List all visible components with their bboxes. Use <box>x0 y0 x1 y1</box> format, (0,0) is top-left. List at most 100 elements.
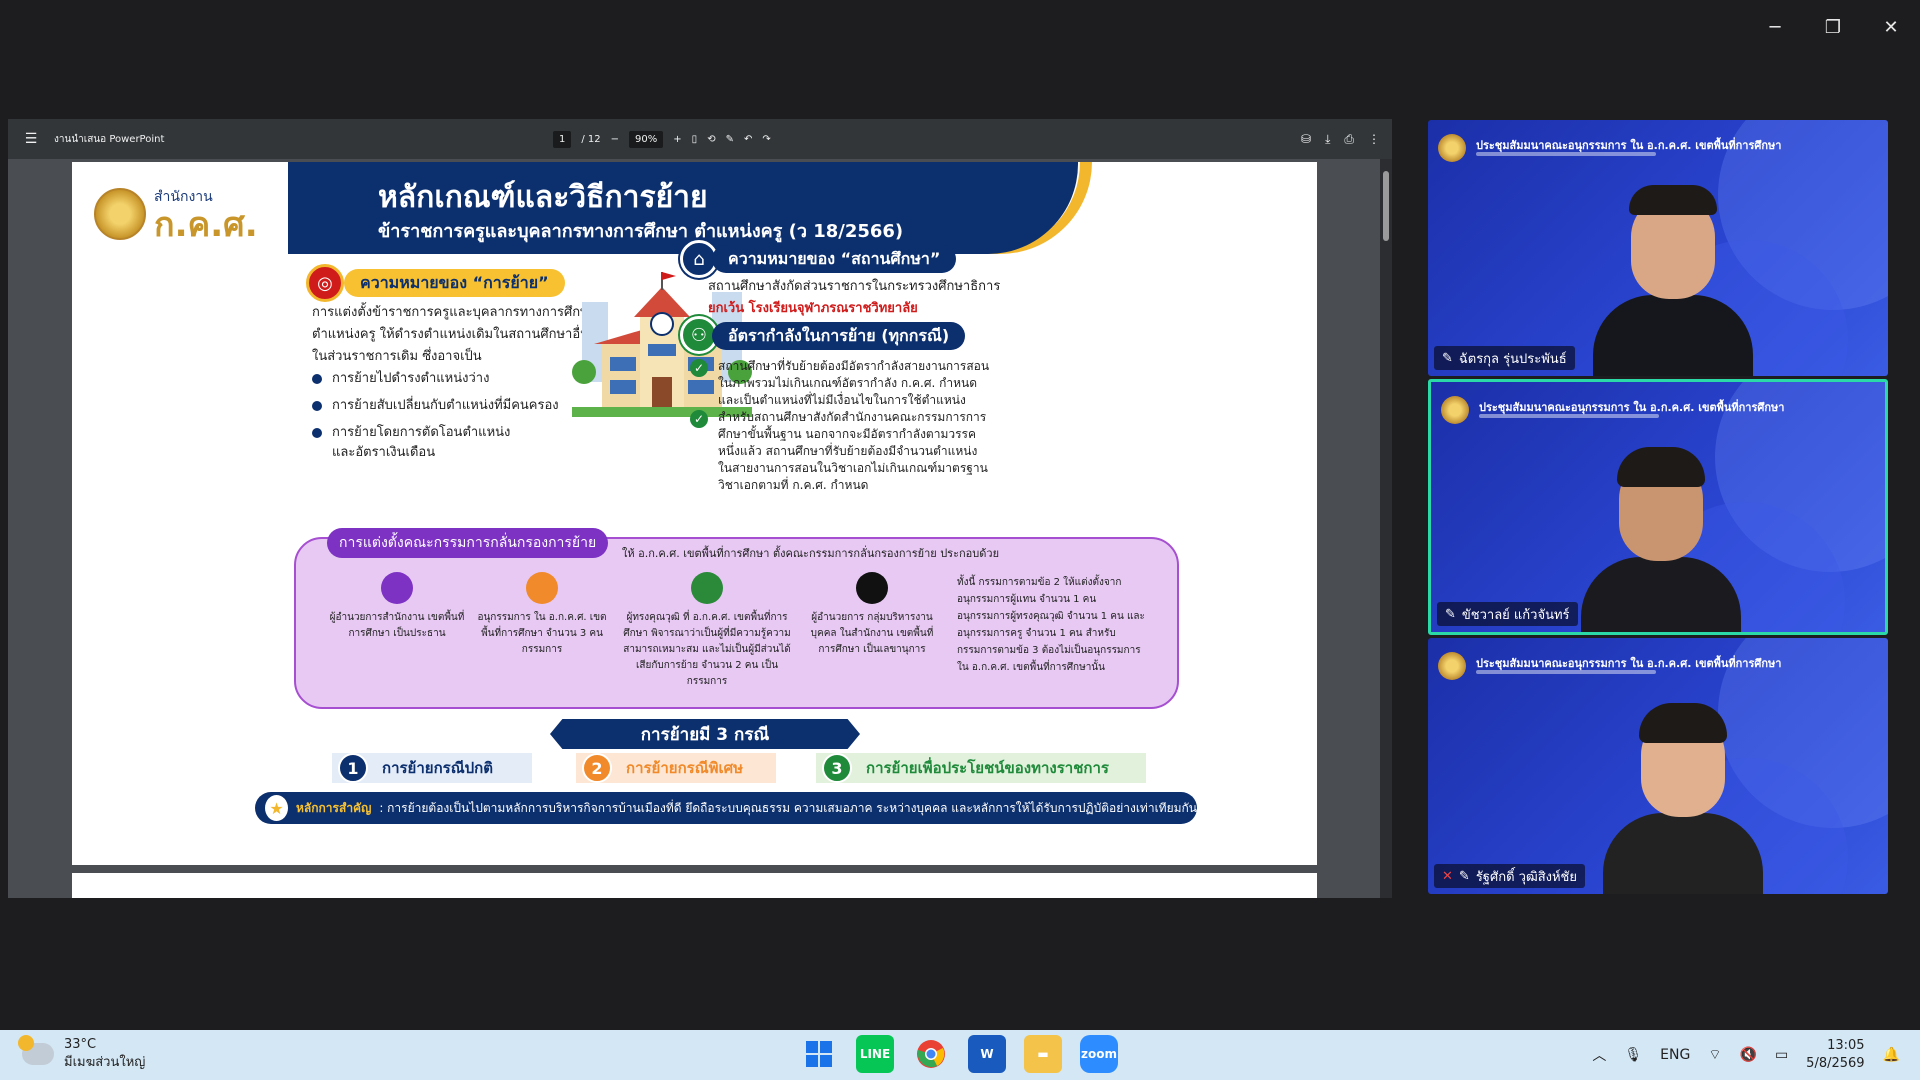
meaning-move-heading: ความหมายของ “การย้าย” <box>344 269 565 297</box>
logo-title: ก.ค.ศ. <box>154 205 258 245</box>
battery-icon[interactable]: ▭ <box>1775 1047 1788 1063</box>
mic-muted-icon: ✕ <box>1442 868 1453 884</box>
move-bullet-2: การย้ายสับเปลี่ยนกับตำแหน่งที่มีคนครอง <box>312 396 582 416</box>
scrollbar-thumb[interactable] <box>1383 171 1389 241</box>
participant-video <box>1581 447 1741 632</box>
meaning-school-except: ยกเว้น โรงเรียนจุฬาภรณราชวิทยาลัย <box>708 301 918 316</box>
staffing-item-1: ✓ สถานศึกษาที่รับย้ายต้องมีอัตรากำลังสาย… <box>690 358 990 409</box>
bullet-dot <box>312 428 322 438</box>
person-icon <box>381 572 413 604</box>
download-icon[interactable]: ⤓ <box>1325 132 1330 147</box>
rotate-icon[interactable]: ⟲ <box>707 134 715 145</box>
document-title: งานนำเสนอ PowerPoint <box>54 133 165 145</box>
tile-subcaption <box>1476 152 1656 156</box>
meaning-move-text: การแต่งตั้งข้าราชการครูและบุคลากรทางการศ… <box>312 305 596 364</box>
tile-subcaption <box>1476 670 1656 674</box>
committee-intro: ให้ อ.ก.ค.ศ. เขตพื้นที่การศึกษา ตั้งคณะก… <box>622 547 1000 560</box>
pin-icon: ✎ <box>1458 868 1470 884</box>
check-icon: ✓ <box>690 410 708 428</box>
slide-subtitle: ข้าราชการครูและบุคลากรทางการศึกษา ตำแหน่… <box>378 221 904 242</box>
experts-icon <box>691 572 723 604</box>
close-button[interactable]: ✕ <box>1862 0 1920 54</box>
chrome-app-icon[interactable] <box>912 1035 950 1073</box>
bullet-dot <box>312 401 322 411</box>
participant-nametag: ✎ ฉัตรกุล รุ่นประพันธ์ <box>1434 346 1575 370</box>
weather-widget[interactable]: 33°C มีเมฆส่วนใหญ่ <box>18 1035 145 1072</box>
seal-icon <box>94 188 146 240</box>
minimize-button[interactable]: ─ <box>1746 0 1804 54</box>
word-app-icon[interactable]: W <box>968 1035 1006 1073</box>
menu-icon[interactable]: ☰ <box>8 131 54 147</box>
language-indicator[interactable]: ENG <box>1660 1047 1690 1063</box>
clock[interactable]: 13:05 5/8/2569 <box>1806 1037 1864 1073</box>
seal-icon <box>1438 652 1466 680</box>
slide-title: หลักเกณฑ์และวิธีการย้าย <box>378 180 708 215</box>
secretary-icon <box>856 572 888 604</box>
file-explorer-icon[interactable]: ▬ <box>1024 1035 1062 1073</box>
wifi-icon[interactable]: ⌔ <box>1708 1046 1721 1064</box>
participant-video <box>1593 185 1753 376</box>
clock-date: 5/8/2569 <box>1806 1056 1865 1071</box>
principle-text: : การย้ายต้องเป็นไปตามหลักการบริหารกิจกา… <box>379 800 1197 815</box>
taskbar-apps: LINE W ▬ zoom <box>800 1035 1118 1073</box>
microphone-icon[interactable]: 🎙 <box>1624 1047 1642 1063</box>
participant-tile-1[interactable]: ประชุมสัมมนาคณะอนุกรรมการ ใน อ.ก.ค.ศ. เข… <box>1428 120 1888 376</box>
slide-page-1: สำนักงาน ก.ค.ศ. หลักเกณฑ์และวิธีการย้าย … <box>72 162 1317 865</box>
zoom-in-button[interactable]: + <box>673 134 681 145</box>
committee-member-3: ผู้ทรงคุณวุฒิ ที่ อ.ก.ค.ศ. เขตพื้นที่การ… <box>622 572 792 690</box>
cloud-sun-icon <box>18 1035 54 1065</box>
participant-nametag: ✕ ✎ รัฐศักดิ์ วุฒิสิงห์ชัย <box>1434 864 1586 888</box>
principle-bar: ★ หลักการสำคัญ : การย้ายต้องเป็นไปตามหลั… <box>255 792 1197 824</box>
committee-member-1: ผู้อำนวยการสำนักงาน เขตพื้นที่การศึกษา เ… <box>322 572 472 642</box>
pin-icon: ✎ <box>1445 606 1456 622</box>
pin-icon: ✎ <box>1442 350 1453 366</box>
seal-icon <box>1441 396 1469 424</box>
fit-page-icon[interactable]: ▯ <box>692 134 698 145</box>
more-icon[interactable]: ⋮ <box>1368 132 1380 146</box>
annotate-icon[interactable]: ✎ <box>726 134 734 145</box>
window-controls: ─ ❐ ✕ <box>1746 0 1920 54</box>
print-icon[interactable]: ⎙ <box>1344 132 1354 147</box>
weather-temperature: 33°C <box>64 1037 97 1052</box>
committee-member-2: อนุกรรมการ ใน อ.ก.ค.ศ. เขตพื้นที่การศึกษ… <box>477 572 607 658</box>
cases-title: การย้ายมี 3 กรณี <box>550 719 860 749</box>
staffing-item-2: ✓ สำหรับสถานศึกษาสังกัดสำนักงานคณะกรรมกา… <box>690 409 990 494</box>
shared-screen-viewer: ☰ งานนำเสนอ PowerPoint 1 / 12 − 90% + ▯ … <box>8 119 1392 898</box>
check-icon: ✓ <box>690 359 708 377</box>
windows-start-icon[interactable] <box>800 1035 838 1073</box>
group-people-icon <box>526 572 558 604</box>
chevron-up-icon[interactable]: ︿ <box>1592 1045 1606 1065</box>
committee-note: ทั้งนี้ กรรมการตามข้อ 2 ให้แต่งตั้งจาก อ… <box>957 577 1145 673</box>
redo-icon[interactable]: ↷ <box>762 134 770 145</box>
case-1: 1 การย้ายกรณีปกติ <box>332 753 532 783</box>
restore-button[interactable]: ❐ <box>1804 0 1862 54</box>
principle-label: หลักการสำคัญ <box>296 800 372 815</box>
volume-muted-icon[interactable]: 🔇 <box>1740 1047 1757 1063</box>
staffing-heading: อัตรากำลังในการย้าย (ทุกกรณี) <box>712 322 966 350</box>
notification-icon[interactable]: 🔔 <box>1883 1047 1900 1063</box>
zoom-out-button[interactable]: − <box>611 134 619 145</box>
participant-tile-2[interactable]: ประชุมสัมมนาคณะอนุกรรมการ ใน อ.ก.ค.ศ. เข… <box>1428 379 1888 635</box>
viewer-actions: ⛁ ⤓ ⎙ ⋮ <box>1301 119 1380 159</box>
viewer-scrollbar[interactable] <box>1380 159 1392 898</box>
seal-icon <box>1438 134 1466 162</box>
meaning-school-text: สถานศึกษาสังกัดส่วนราชการในกระทรวงศึกษาธ… <box>708 279 1001 294</box>
participant-tile-3[interactable]: ประชุมสัมมนาคณะอนุกรรมการ ใน อ.ก.ค.ศ. เข… <box>1428 638 1888 894</box>
case-2: 2 การย้ายกรณีพิเศษ <box>576 753 776 783</box>
clock-time: 13:05 <box>1827 1038 1865 1053</box>
save-icon[interactable]: ⛁ <box>1301 132 1311 146</box>
tile-subcaption <box>1479 414 1659 418</box>
page-number-input[interactable]: 1 <box>553 130 572 148</box>
page-controls: 1 / 12 − 90% + ▯ ⟲ ✎ ↶ ↷ <box>553 119 771 159</box>
zoom-app-icon[interactable]: zoom <box>1080 1035 1118 1073</box>
zoom-input[interactable]: 90% <box>629 130 664 148</box>
bullet-dot <box>312 374 322 384</box>
page-total: / 12 <box>581 133 601 145</box>
title-banner: หลักเกณฑ์และวิธีการย้าย ข้าราชการครูและบ… <box>288 162 1078 254</box>
committee-heading: การแต่งตั้งคณะกรรมการกลั่นกรองการย้าย <box>327 528 609 558</box>
undo-icon[interactable]: ↶ <box>744 134 752 145</box>
line-app-icon[interactable]: LINE <box>856 1035 894 1073</box>
taskbar: 33°C มีเมฆส่วนใหญ่ LINE W ▬ zoom ︿ 🎙 ENG… <box>0 1030 1920 1080</box>
participant-video <box>1603 703 1763 894</box>
participant-nametag: ✎ ขัชวาลย์ แก้วจันทร์ <box>1437 602 1578 626</box>
